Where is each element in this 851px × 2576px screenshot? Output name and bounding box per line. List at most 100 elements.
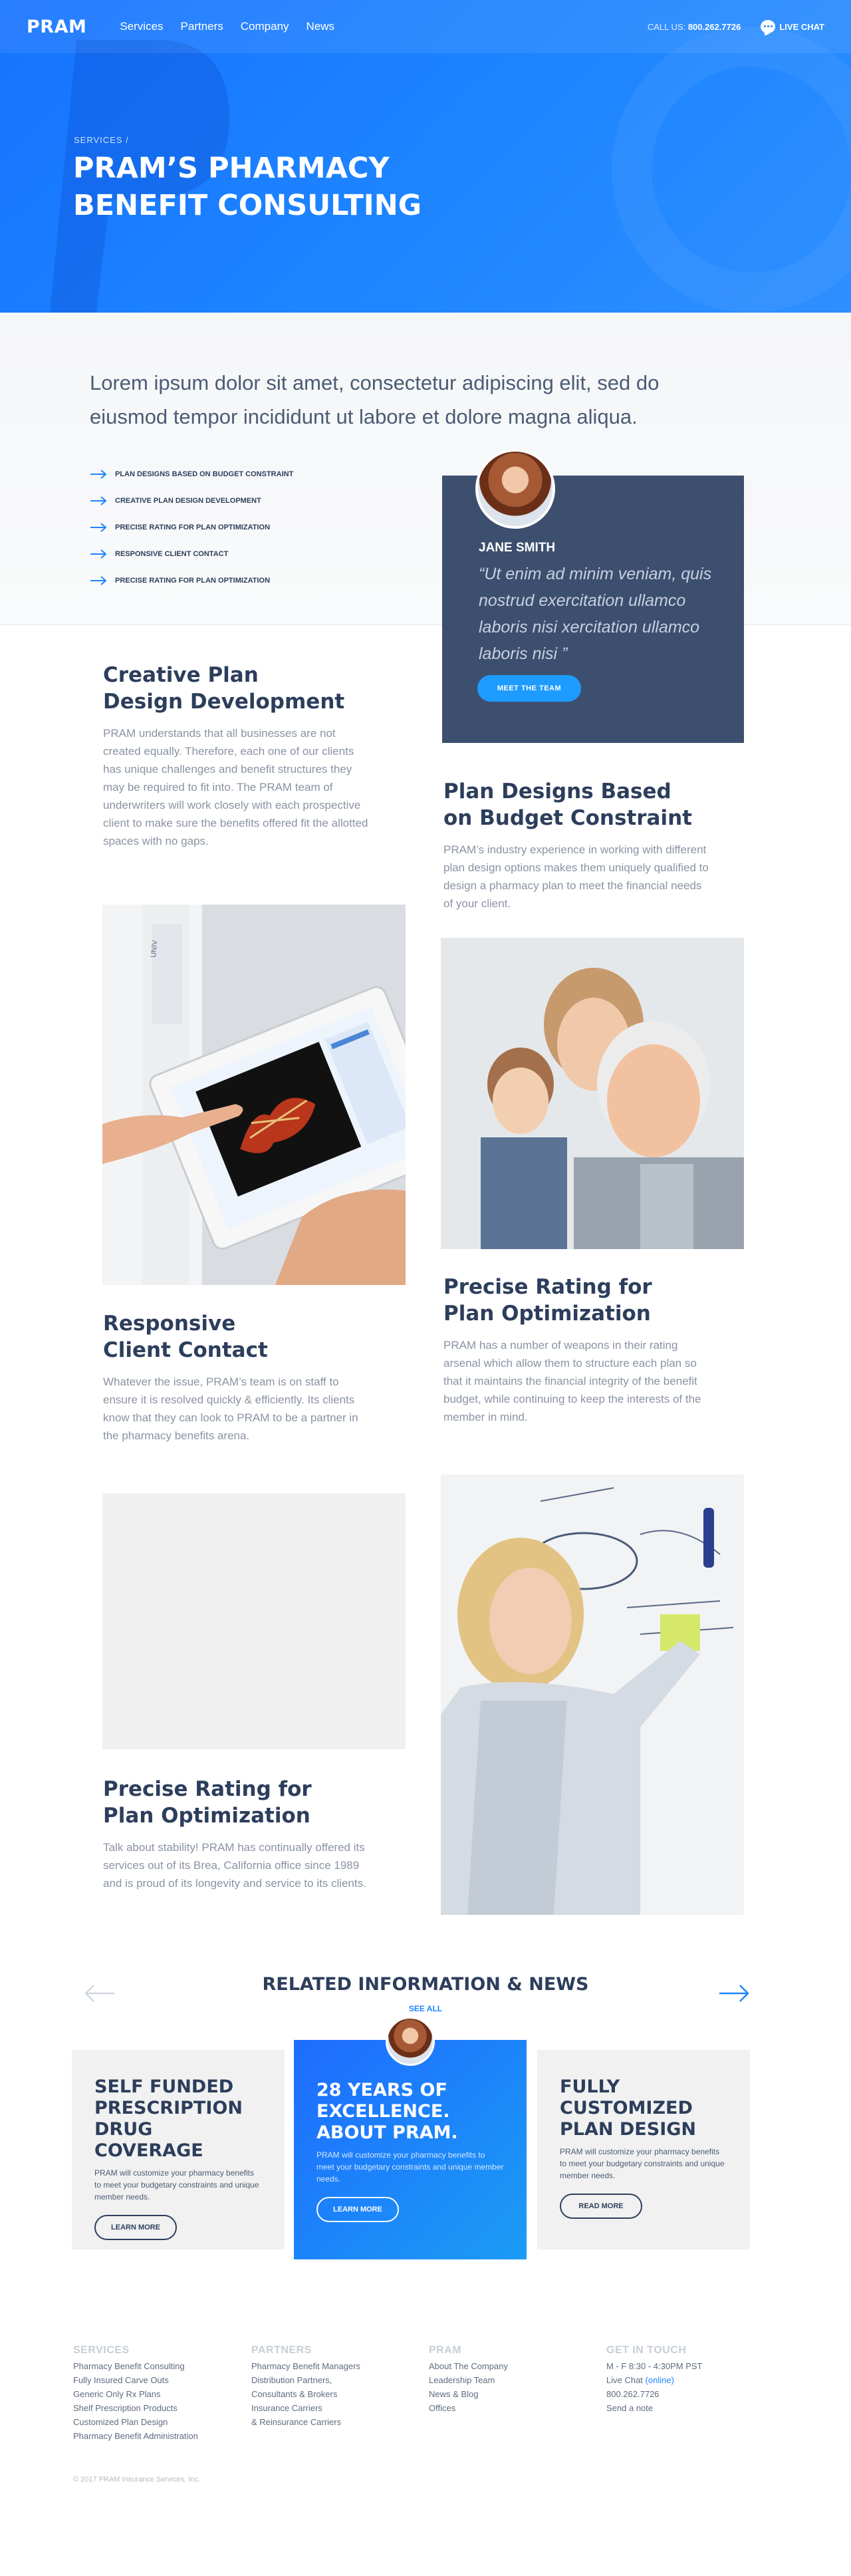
news-card-body: PRAM will customize your pharmacy benefi… bbox=[94, 2168, 259, 2202]
nav-link-news[interactable]: News bbox=[306, 20, 335, 33]
arrow-right-icon bbox=[90, 523, 107, 532]
related-news: RELATED INFORMATION & NEWS SEE ALL SELF … bbox=[0, 1959, 851, 2331]
checklist-item[interactable]: PRECISE RATING FOR PLAN OPTIMIZATION bbox=[90, 514, 293, 541]
feature-title-line2: Plan Optimization bbox=[103, 1804, 310, 1828]
feature-body: PRAM understands that all businesses are… bbox=[103, 727, 368, 847]
news-card-title-line: PLAN DESIGN bbox=[560, 2119, 696, 2140]
arrow-right-icon bbox=[90, 470, 107, 479]
feature-title-line2: on Budget Constraint bbox=[443, 806, 692, 830]
learn-more-button[interactable]: LEARN MORE bbox=[94, 2215, 177, 2240]
breadcrumb[interactable]: SERVICES / bbox=[74, 135, 129, 145]
team-quote-card: JANE SMITH “Ut enim ad minim veniam, qui… bbox=[442, 449, 744, 743]
page-title-line1: PRAM’S PHARMACY bbox=[73, 152, 390, 185]
footer-link[interactable]: Insurance Carriers bbox=[251, 2401, 360, 2415]
family-photo bbox=[441, 938, 744, 1249]
nav-link-company[interactable]: Company bbox=[241, 20, 289, 33]
nav-link-partners[interactable]: Partners bbox=[181, 20, 223, 33]
whiteboard-illustration bbox=[441, 1475, 744, 1915]
news-card-title: FULLY CUSTOMIZED PLAN DESIGN bbox=[560, 2076, 727, 2140]
feature-title-line2: Plan Optimization bbox=[443, 1302, 651, 1326]
news-card-title-line: SELF FUNDED bbox=[94, 2076, 234, 2097]
news-card[interactable]: SELF FUNDED PRESCRIPTION DRUG COVERAGE PRA… bbox=[72, 2050, 285, 2249]
footer-link[interactable]: Generic Only Rx Plans bbox=[73, 2387, 198, 2401]
footer-link[interactable]: Pharmacy Benefit Administration bbox=[73, 2429, 198, 2443]
call-us[interactable]: CALL US: 800.262.7726 bbox=[648, 22, 741, 32]
checklist-item[interactable]: CREATIVE PLAN DESIGN DEVELOPMENT bbox=[90, 488, 293, 514]
arrow-right-icon bbox=[90, 549, 107, 559]
footer-link[interactable]: & Reinsurance Carriers bbox=[251, 2415, 360, 2429]
image-placeholder bbox=[102, 1493, 406, 1749]
nav-link-services[interactable]: Services bbox=[120, 20, 163, 33]
feature-title-line2: Client Contact bbox=[103, 1338, 268, 1362]
page-title: PRAM’S PHARMACY BENEFIT CONSULTING bbox=[73, 150, 539, 224]
whiteboard-photo bbox=[441, 1475, 744, 1915]
send-note-link[interactable]: Send a note bbox=[606, 2401, 703, 2415]
read-more-button[interactable]: READ MORE bbox=[560, 2194, 642, 2219]
footer-link[interactable]: Consultants & Brokers bbox=[251, 2387, 360, 2401]
call-us-number[interactable]: 800.262.7726 bbox=[688, 22, 741, 32]
feature-title: Responsive Client Contact bbox=[103, 1310, 369, 1363]
news-card-featured[interactable]: 28 YEARS OF EXCELLENCE. ABOUT PRAM. PRAM w… bbox=[294, 2017, 527, 2259]
feature-budget-constraint: Plan Designs Based on Budget Constraint P… bbox=[443, 778, 709, 913]
footer-link[interactable]: Offices bbox=[429, 2401, 508, 2415]
checklist-label: CREATIVE PLAN DESIGN DEVELOPMENT bbox=[115, 497, 261, 505]
footer-pram: PRAM About The Company Leadership Team N… bbox=[429, 2345, 508, 2415]
live-chat-label: LIVE CHAT bbox=[779, 21, 824, 32]
background-swirl bbox=[612, 27, 851, 313]
checklist-label: PRECISE RATING FOR PLAN OPTIMIZATION bbox=[115, 577, 271, 585]
feature-body: PRAM has a number of weapons in their ra… bbox=[443, 1339, 701, 1423]
news-card-title-line: CUSTOMIZED bbox=[560, 2098, 693, 2118]
footer-link[interactable]: Fully Insured Carve Outs bbox=[73, 2373, 198, 2387]
checklist-item[interactable]: RESPONSIVE CLIENT CONTACT bbox=[90, 541, 293, 567]
chat-bubble-icon bbox=[761, 20, 776, 33]
footer-link[interactable]: Leadership Team bbox=[429, 2373, 508, 2387]
feature-body: Talk about stability! PRAM has continual… bbox=[103, 1841, 366, 1890]
footer-link[interactable]: News & Blog bbox=[429, 2387, 508, 2401]
footer-link[interactable]: Shelf Prescription Products bbox=[73, 2401, 198, 2415]
tablet-illustration: UNIV bbox=[102, 905, 406, 1285]
news-card-title-line: PRESCRIPTION bbox=[94, 2098, 243, 2118]
family-illustration bbox=[441, 938, 744, 1249]
footer-link[interactable]: Distribution Partners, bbox=[251, 2373, 360, 2387]
feature-checklist: PLAN DESIGNS BASED ON BUDGET CONSTRAINT … bbox=[90, 461, 293, 594]
team-member-name: JANE SMITH bbox=[479, 541, 556, 555]
footer-link[interactable]: Pharmacy Benefit Managers bbox=[251, 2359, 360, 2373]
news-card-body: PRAM will customize your pharmacy benefi… bbox=[316, 2150, 504, 2184]
live-chat-button[interactable]: LIVE CHAT bbox=[761, 20, 824, 33]
news-card-title-line: DRUG COVERAGE bbox=[94, 2119, 203, 2161]
services-content: Creative Plan Design Development PRAM und… bbox=[0, 625, 851, 1959]
arrow-right-icon[interactable] bbox=[718, 1984, 750, 2003]
footer-heading: PARTNERS bbox=[251, 2345, 312, 2356]
feature-creative-plan: Creative Plan Design Development PRAM und… bbox=[103, 662, 369, 850]
meet-the-team-button[interactable]: MEET THE TEAM bbox=[477, 675, 581, 702]
arrow-right-icon bbox=[90, 496, 107, 505]
news-card-title-line: ABOUT PRAM. bbox=[316, 2122, 458, 2143]
footer-phone[interactable]: 800.262.7726 bbox=[606, 2387, 703, 2401]
top-nav: PRAM Services Partners Company News CALL… bbox=[0, 0, 851, 53]
feature-title-line1: Plan Designs Based bbox=[443, 780, 671, 803]
feature-body: Whatever the issue, PRAM’s team is on st… bbox=[103, 1375, 358, 1442]
feature-precise-rating: Precise Rating for Plan Optimization PRAM… bbox=[443, 1274, 709, 1426]
feature-title-line1: Precise Rating for bbox=[443, 1275, 652, 1299]
see-all-link[interactable]: SEE ALL bbox=[0, 2004, 851, 2013]
call-us-label: CALL US: bbox=[647, 21, 686, 32]
feature-title-line1: Creative Plan bbox=[103, 663, 259, 687]
news-card-title-line: FULLY bbox=[560, 2076, 620, 2097]
feature-title: Creative Plan Design Development bbox=[103, 662, 369, 715]
checklist-item[interactable]: PLAN DESIGNS BASED ON BUDGET CONSTRAINT bbox=[90, 461, 293, 488]
page-title-line2: BENEFIT CONSULTING bbox=[73, 189, 422, 222]
feature-title: Precise Rating for Plan Optimization bbox=[103, 1776, 369, 1829]
news-card[interactable]: FULLY CUSTOMIZED PLAN DESIGN PRAM will cus… bbox=[537, 2050, 750, 2249]
footer-link[interactable]: About The Company bbox=[429, 2359, 508, 2373]
learn-more-button[interactable]: LEARN MORE bbox=[316, 2197, 399, 2222]
feature-precise-rating-stability: Precise Rating for Plan Optimization Talk… bbox=[103, 1776, 369, 1892]
footer-heading: SERVICES bbox=[73, 2345, 130, 2356]
live-chat-link[interactable]: Live Chat (online) bbox=[606, 2373, 703, 2387]
checklist-item[interactable]: PRECISE RATING FOR PLAN OPTIMIZATION bbox=[90, 567, 293, 594]
footer-contact: GET IN TOUCH M - F 8:30 - 4:30PM PST Liv… bbox=[606, 2345, 703, 2415]
checklist-label: RESPONSIVE CLIENT CONTACT bbox=[115, 550, 229, 558]
feature-body: PRAM’s industry experience in working wi… bbox=[443, 843, 709, 910]
footer-link[interactable]: Pharmacy Benefit Consulting bbox=[73, 2359, 198, 2373]
footer-link[interactable]: Customized Plan Design bbox=[73, 2415, 198, 2429]
logo[interactable]: PRAM bbox=[27, 17, 86, 37]
